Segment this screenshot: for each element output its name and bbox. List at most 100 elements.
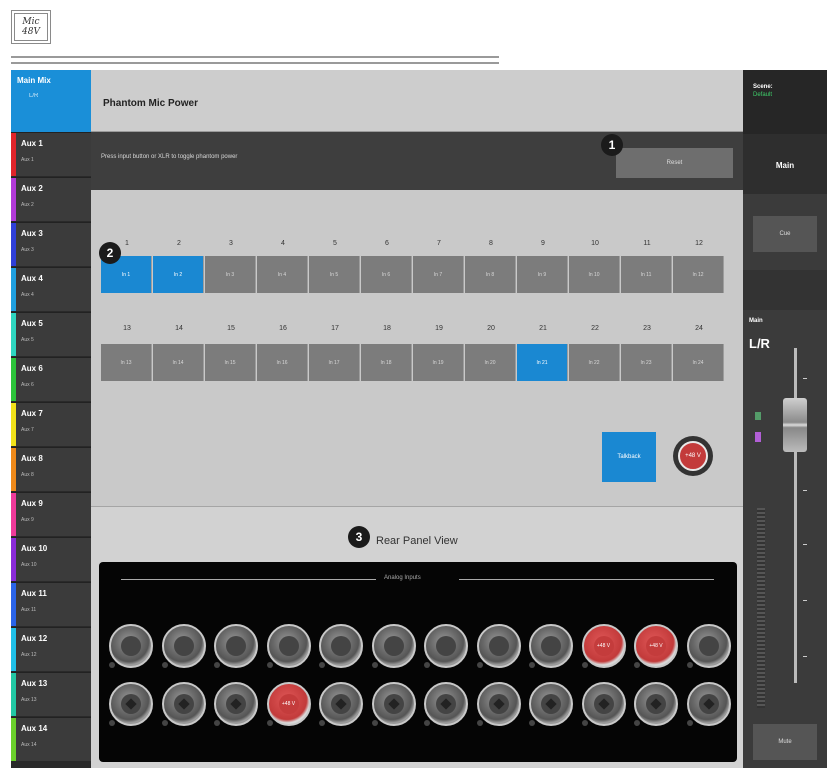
xlr-latch [424, 662, 430, 668]
sidebar-item-aux-9[interactable]: Aux 9 Aux 9 [11, 492, 91, 536]
aux-color-stripe [11, 223, 16, 266]
xlr-input-1-8[interactable] [476, 624, 521, 668]
sidebar-item-sublabel: Aux 4 [21, 292, 34, 298]
sidebar-item-aux-3[interactable]: Aux 3 Aux 3 [11, 222, 91, 266]
xlr-latch [476, 662, 483, 668]
xlr-latch [634, 720, 640, 726]
aux-color-stripe [11, 133, 16, 176]
channel-button[interactable]: In 15 [205, 344, 256, 381]
channel-button[interactable]: In 21 [517, 344, 568, 381]
channel-button[interactable]: In 23 [621, 344, 672, 381]
sidebar-item-aux-1[interactable]: Aux 1 Aux 1 [11, 132, 91, 176]
xlr-input-1-3[interactable] [214, 624, 258, 668]
xlr-socket [541, 636, 561, 656]
xlr-input-2-12[interactable] [686, 682, 731, 726]
channel-button[interactable]: In 5 [309, 256, 360, 293]
xlr-latch [319, 662, 325, 668]
xlr-input-2-2[interactable] [161, 682, 206, 726]
sidebar-item-sublabel: Aux 10 [21, 562, 37, 568]
xlr-latch [529, 662, 535, 668]
xlr-input-2-1[interactable] [109, 682, 153, 726]
callout-1: 1 [601, 134, 623, 156]
channel-button[interactable]: In 22 [569, 344, 620, 381]
xlr-input-1-7[interactable] [424, 624, 468, 668]
divider [459, 579, 714, 580]
channel-button[interactable]: In 13 [101, 344, 152, 381]
phantom-on-label: +48 V [278, 694, 299, 714]
channel-button[interactable]: In 20 [465, 344, 516, 381]
xlr-input-2-6[interactable] [371, 682, 416, 726]
sidebar-item-aux-7[interactable]: Aux 7 Aux 7 [11, 402, 91, 446]
sidebar-item-aux-10[interactable]: Aux 10 Aux 10 [11, 537, 91, 581]
xlr-input-2-7[interactable] [424, 682, 468, 726]
sidebar-item-aux-2[interactable]: Aux 2 Aux 2 [11, 177, 91, 221]
channel-button[interactable]: In 7 [413, 256, 464, 293]
cue-button[interactable]: Cue [753, 216, 817, 252]
sidebar-item-aux-12[interactable]: Aux 12 Aux 12 [11, 627, 91, 671]
channel-button[interactable]: In 3 [205, 256, 256, 293]
fader-handle[interactable] [783, 398, 807, 452]
xlr-input-2-9[interactable] [529, 682, 573, 726]
reset-button[interactable]: Reset [616, 148, 733, 178]
channel-button[interactable]: In 14 [153, 344, 204, 381]
xlr-input-1-4[interactable] [266, 624, 311, 668]
channel-button[interactable]: In 4 [257, 256, 308, 293]
mini-indicator [755, 412, 761, 420]
sidebar-item-label: Aux 6 [21, 364, 43, 373]
xlr-input-2-11[interactable] [634, 682, 678, 726]
channel-button[interactable]: In 18 [361, 344, 412, 381]
xlr-input-2-4[interactable]: +48 V [266, 682, 311, 726]
channel-button[interactable]: In 10 [569, 256, 620, 293]
talkback-button[interactable]: Talkback [602, 432, 656, 482]
sidebar-item-aux-11[interactable]: Aux 11 Aux 11 [11, 582, 91, 626]
channel-button[interactable]: In 17 [309, 344, 360, 381]
xlr-input-1-5[interactable] [319, 624, 363, 668]
scene-indicator[interactable]: Scene: Default [743, 70, 827, 134]
sidebar-item-aux-14[interactable]: Aux 14 Aux 14 [11, 717, 91, 761]
xlr-input-2-3[interactable] [214, 682, 258, 726]
sidebar-item-aux-6[interactable]: Aux 6 Aux 6 [11, 357, 91, 401]
sidebar-item-aux-4[interactable]: Aux 4 Aux 4 [11, 267, 91, 311]
xlr-input-1-1[interactable] [109, 624, 153, 668]
sidebar-item-aux-5[interactable]: Aux 5 Aux 5 [11, 312, 91, 356]
xlr-input-2-10[interactable] [581, 682, 626, 726]
channel-number: 5 [333, 240, 337, 247]
xlr-socket [436, 636, 456, 656]
aux-color-stripe [11, 718, 16, 761]
xlr-input-1-2[interactable] [161, 624, 206, 668]
sidebar-item-label: Aux 3 [21, 229, 43, 238]
xlr-latch [371, 662, 378, 668]
sidebar-item-sublabel: Aux 8 [21, 472, 34, 478]
sidebar-item-sublabel: Aux 2 [21, 202, 34, 208]
channel-number: 11 [643, 240, 651, 247]
mute-button[interactable]: Mute [753, 724, 817, 760]
xlr-input-2-8[interactable] [476, 682, 521, 726]
xlr-socket [173, 694, 194, 714]
channel-button[interactable]: In 11 [621, 256, 672, 293]
main-button[interactable]: Main [743, 134, 827, 194]
channel-button[interactable]: In 8 [465, 256, 516, 293]
xlr-socket [226, 636, 246, 656]
sidebar-item-aux-8[interactable]: Aux 8 Aux 8 [11, 447, 91, 491]
xlr-input-1-6[interactable] [371, 624, 416, 668]
channel-button[interactable]: In 2 [153, 256, 204, 293]
channel-number: 22 [591, 325, 599, 332]
channel-button[interactable]: In 16 [257, 344, 308, 381]
xlr-input-1-12[interactable] [686, 624, 731, 668]
channel-button[interactable]: In 19 [413, 344, 464, 381]
sidebar-item-sublabel: Aux 11 [21, 607, 37, 613]
callout-2: 2 [99, 242, 121, 264]
xlr-input-1-10[interactable]: +48 V [581, 624, 626, 668]
sidebar-item-label: Aux 10 [21, 544, 48, 553]
channel-number: 6 [385, 240, 389, 247]
channel-button[interactable]: In 12 [673, 256, 724, 293]
xlr-input-1-11[interactable]: +48 V [634, 624, 678, 668]
talkback-phantom-button[interactable]: +48 V [673, 436, 713, 476]
channel-button[interactable]: In 9 [517, 256, 568, 293]
sidebar-item-main-mix[interactable]: Main Mix L/R [11, 70, 91, 132]
channel-button[interactable]: In 24 [673, 344, 724, 381]
channel-button[interactable]: In 6 [361, 256, 412, 293]
xlr-input-1-9[interactable] [529, 624, 573, 668]
xlr-input-2-5[interactable] [319, 682, 363, 726]
sidebar-item-aux-13[interactable]: Aux 13 Aux 13 [11, 672, 91, 716]
